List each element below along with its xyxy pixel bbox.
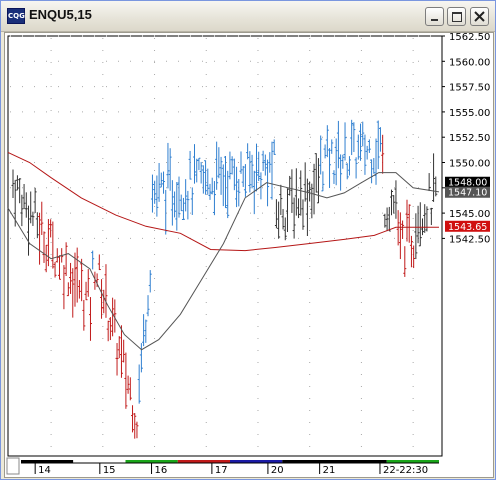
price-chart[interactable]: 1562.50 1560.00 1557.50 1555.00 1552.50 1550.… [5, 33, 493, 477]
x-tick-label: 14 [38, 465, 51, 476]
y-tick-label: 1542.50 [449, 234, 490, 245]
y-tick-label: 1560.00 [449, 57, 490, 68]
chart-area[interactable]: 1562.50 1560.00 1557.50 1555.00 1552.50 1550.… [4, 32, 494, 478]
plot-frame [7, 35, 443, 457]
maximize-button[interactable] [447, 7, 466, 26]
app-icon[interactable]: CQG [7, 8, 25, 24]
y-tick-label: 1545.00 [449, 209, 490, 220]
minimize-button[interactable] [425, 7, 444, 26]
price-tag-label: 1543.65 [448, 222, 487, 233]
x-tick-label: 21 [323, 465, 336, 476]
chart-window: CQG ENQU5,15 1562.50 1560.00 1557.50 1555.0… [0, 0, 496, 480]
y-tick-label: 1552.50 [449, 133, 490, 144]
price-tag-label: 1547.10 [448, 188, 487, 199]
x-tick-label: 20 [271, 465, 284, 476]
x-tick-label: 15 [103, 465, 116, 476]
close-button[interactable] [470, 7, 489, 26]
window-title: ENQU5,15 [29, 7, 92, 22]
y-tick-label: 1562.50 [449, 33, 490, 43]
x-tick-label: 16 [155, 465, 168, 476]
y-tick-label: 1550.00 [449, 159, 490, 170]
y-tick-label: 1555.00 [449, 108, 490, 119]
scroll-handle[interactable] [6, 457, 20, 475]
x-tick-label: 22-22:30 [383, 465, 428, 476]
x-tick-label: 17 [215, 465, 228, 476]
close-icon [474, 11, 485, 22]
title-bar[interactable]: CQG ENQU5,15 [1, 1, 495, 32]
y-tick-label: 1557.50 [449, 83, 490, 94]
